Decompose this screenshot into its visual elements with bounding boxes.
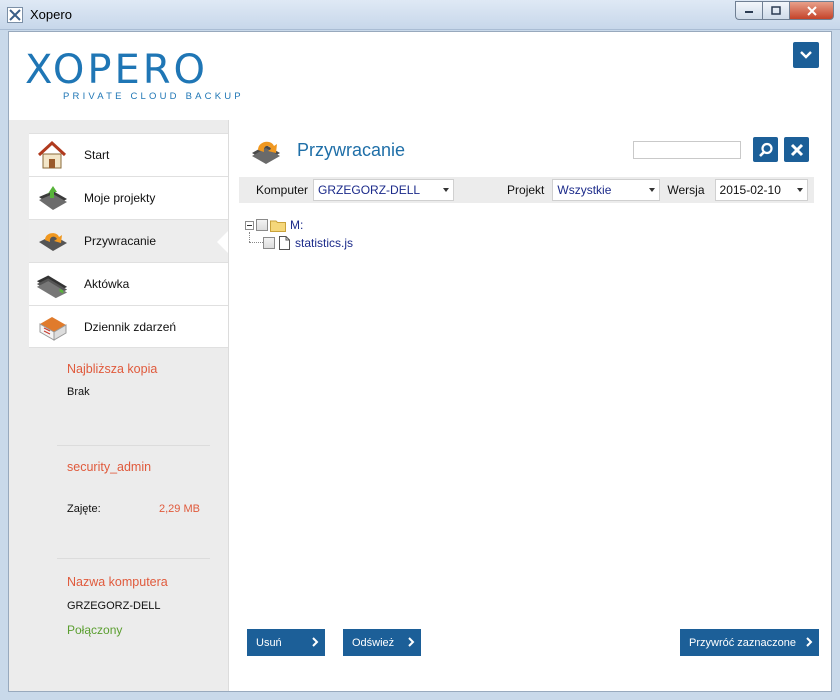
dropdown-arrow-icon bbox=[796, 188, 803, 192]
sidebar-divider bbox=[57, 558, 210, 559]
tree-file-checkbox[interactable] bbox=[263, 237, 275, 249]
chevron-right-icon bbox=[408, 637, 415, 647]
nearest-copy-section: Najbliższa kopia Brak bbox=[29, 362, 228, 398]
nearest-copy-value: Brak bbox=[67, 386, 90, 398]
used-space-label: Zajęte: bbox=[67, 503, 101, 515]
computer-select-value: GRZEGORZ-DELL bbox=[318, 183, 421, 197]
tree-root-checkbox[interactable] bbox=[256, 219, 268, 231]
sidebar-item-aktowka[interactable]: Aktówka bbox=[29, 262, 228, 305]
body-area: Start Moje projekty Przywracanie Aktówka… bbox=[9, 120, 831, 691]
sidebar-item-moje-projekty[interactable]: Moje projekty bbox=[29, 176, 228, 219]
dropdown-arrow-icon bbox=[443, 188, 450, 192]
chevron-right-icon bbox=[806, 637, 813, 647]
used-space-value: 2,29 MB bbox=[159, 503, 200, 515]
sidebar-divider bbox=[57, 445, 210, 446]
home-icon bbox=[35, 140, 69, 170]
restore-selected-button-label: Przywróć zaznaczone bbox=[689, 636, 796, 649]
project-filter-label: Projekt bbox=[507, 183, 545, 197]
connection-status: Połączony bbox=[67, 623, 123, 637]
minimize-button[interactable] bbox=[735, 1, 762, 20]
computer-select[interactable]: GRZEGORZ-DELL bbox=[313, 179, 455, 201]
computer-section: Nazwa komputera GRZEGORZ-DELL Połączony bbox=[29, 575, 228, 637]
window-title: Xopero bbox=[30, 7, 72, 22]
close-window-button[interactable] bbox=[789, 1, 834, 20]
chevron-down-icon bbox=[800, 51, 812, 59]
dropdown-arrow-icon bbox=[649, 188, 656, 192]
search-button[interactable] bbox=[753, 137, 778, 162]
folder-icon bbox=[270, 220, 286, 232]
tree-node-file: statistics.js bbox=[263, 234, 353, 252]
maximize-icon bbox=[771, 6, 781, 15]
chevron-right-icon bbox=[312, 637, 319, 647]
app-header: XOPERO PRIVATE CLOUD BACKUP bbox=[9, 32, 831, 120]
sidebar-item-label: Moje projekty bbox=[84, 191, 156, 205]
projects-icon bbox=[35, 183, 69, 213]
sidebar-item-przywracanie[interactable]: Przywracanie bbox=[29, 219, 228, 262]
event-log-icon bbox=[35, 312, 69, 342]
computer-name: GRZEGORZ-DELL bbox=[67, 600, 161, 612]
sidebar-item-label: Przywracanie bbox=[84, 234, 157, 248]
user-section: security_admin Zajęte: 2,29 MB bbox=[29, 460, 228, 515]
close-icon bbox=[806, 5, 817, 16]
app-client-area: XOPERO PRIVATE CLOUD BACKUP Start Moje p… bbox=[8, 31, 832, 692]
xopero-app-icon bbox=[7, 7, 23, 23]
sidebar-nav: Start Moje projekty Przywracanie Aktówka… bbox=[29, 133, 228, 348]
version-select[interactable]: 2015-02-10 bbox=[714, 179, 808, 201]
version-select-value: 2015-02-10 bbox=[719, 183, 781, 197]
user-name: security_admin bbox=[67, 460, 152, 474]
sidebar-item-label: Dziennik zdarzeń bbox=[84, 319, 177, 334]
version-filter-label: Wersja bbox=[667, 183, 705, 197]
nearest-copy-heading: Najbliższa kopia bbox=[67, 362, 158, 376]
clear-search-button[interactable] bbox=[784, 137, 809, 162]
restore-icon bbox=[249, 134, 283, 168]
refresh-button[interactable]: Odśwież bbox=[343, 629, 421, 656]
used-space-row: Zajęte: 2,29 MB bbox=[67, 503, 228, 515]
sidebar-item-label: Start bbox=[84, 148, 110, 162]
sidebar-item-dziennik-zdarzen[interactable]: Dziennik zdarzeń bbox=[29, 305, 228, 348]
sidebar: Start Moje projekty Przywracanie Aktówka… bbox=[29, 123, 228, 691]
restore-icon bbox=[35, 226, 69, 256]
tree-file-label[interactable]: statistics.js bbox=[295, 236, 353, 250]
computer-filter-label: Komputer bbox=[256, 183, 309, 197]
collapse-icon[interactable] bbox=[245, 220, 254, 230]
computer-heading: Nazwa komputera bbox=[67, 575, 168, 589]
minimize-icon bbox=[745, 10, 753, 13]
delete-button-label: Usuń bbox=[256, 636, 282, 649]
sidebar-item-label: Aktówka bbox=[84, 277, 130, 291]
tree-node-root: M: bbox=[245, 216, 353, 234]
sidebar-item-start[interactable]: Start bbox=[29, 133, 228, 176]
close-icon bbox=[790, 143, 803, 156]
search-icon bbox=[758, 142, 773, 157]
project-select[interactable]: Wszystkie bbox=[552, 179, 661, 201]
logo-text: XOPERO bbox=[25, 47, 208, 93]
file-icon bbox=[279, 236, 290, 250]
search-input[interactable] bbox=[633, 141, 741, 159]
logo-subtitle: PRIVATE CLOUD BACKUP bbox=[63, 91, 244, 102]
project-select-value: Wszystkie bbox=[557, 183, 612, 197]
refresh-button-label: Odśwież bbox=[352, 636, 395, 649]
header-menu-button[interactable] bbox=[793, 42, 819, 68]
xopero-logo: XOPERO PRIVATE CLOUD BACKUP bbox=[25, 50, 244, 102]
briefcase-icon bbox=[35, 269, 69, 299]
tree-root-label[interactable]: M: bbox=[290, 218, 303, 232]
file-tree: M: statistics.js bbox=[245, 216, 353, 252]
window-titlebar: Xopero bbox=[0, 0, 840, 30]
filter-bar: Komputer GRZEGORZ-DELL Projekt Wszystkie… bbox=[239, 177, 814, 203]
main-panel: Przywracanie Komputer GRZEGORZ-DELL Proj… bbox=[228, 120, 831, 691]
restore-selected-button[interactable]: Przywróć zaznaczone bbox=[680, 629, 819, 656]
delete-button[interactable]: Usuń bbox=[247, 629, 325, 656]
page-title: Przywracanie bbox=[297, 140, 406, 160]
maximize-button[interactable] bbox=[762, 1, 789, 20]
